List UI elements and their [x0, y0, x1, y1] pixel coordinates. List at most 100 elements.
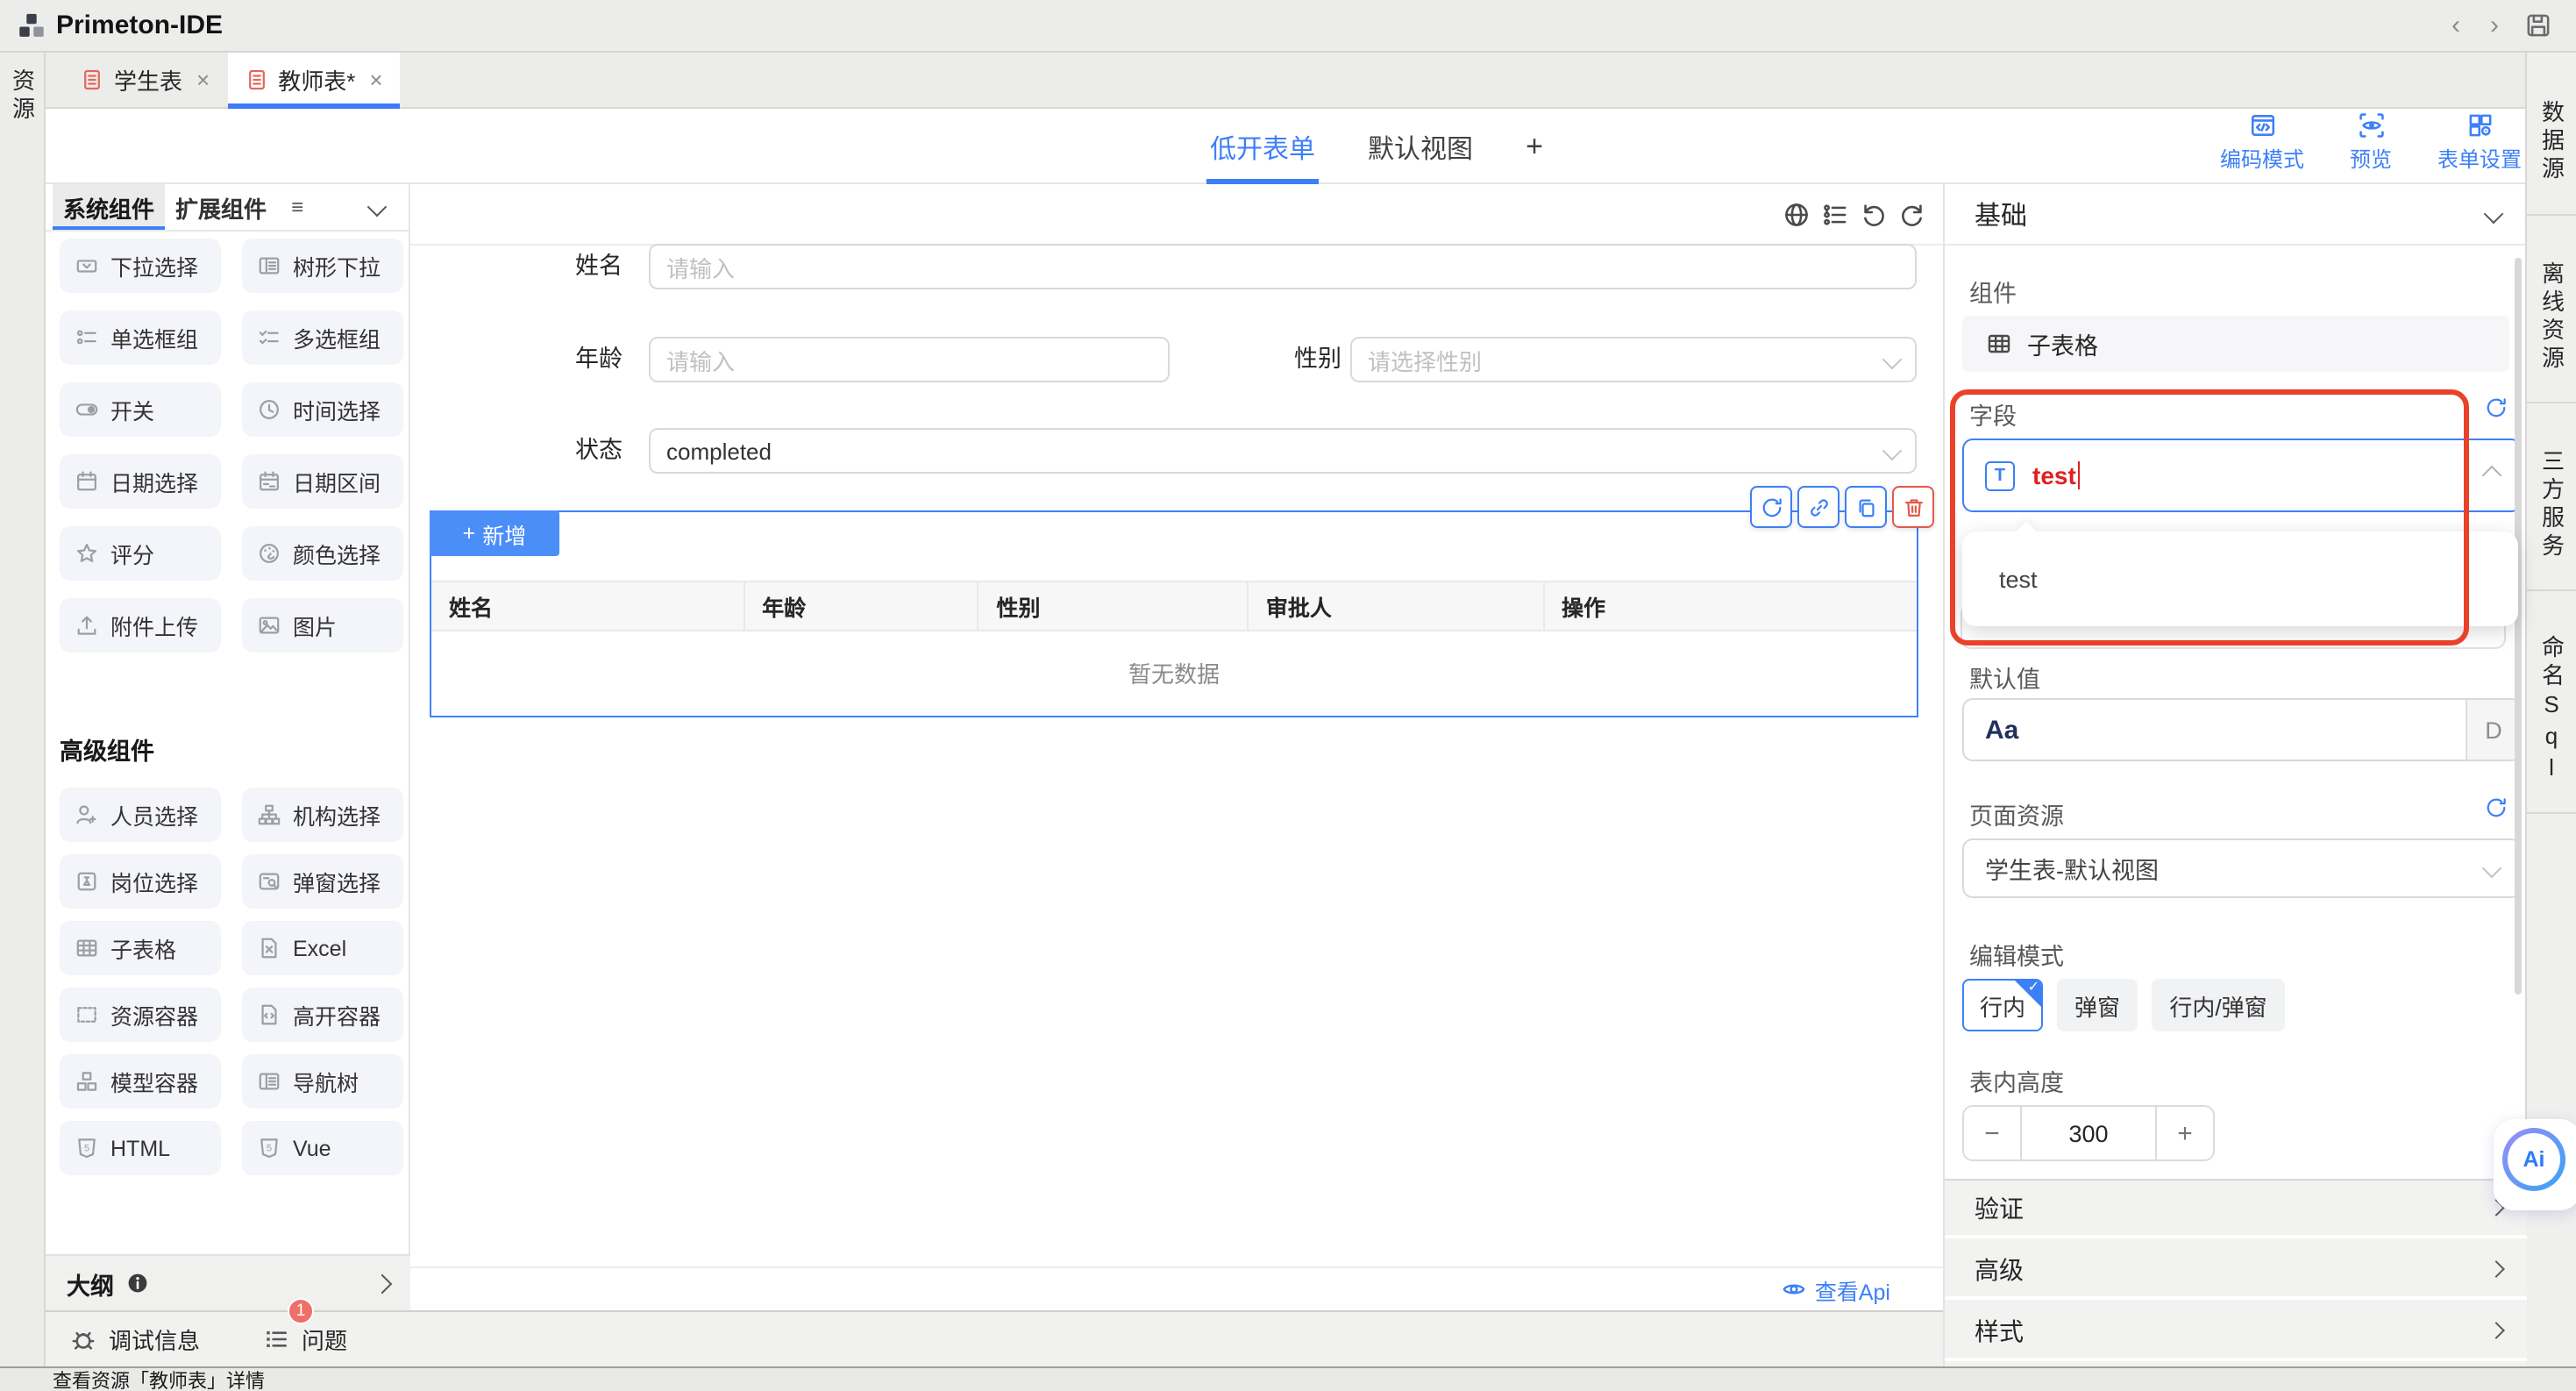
view-tab-1[interactable]: 默认视图 [1368, 111, 1473, 183]
height-increase-button[interactable]: + [2155, 1105, 2215, 1161]
palette-item-color[interactable]: 颜色选择 [242, 526, 403, 581]
problems-count-badge: 1 [288, 1298, 314, 1324]
view-tab-0[interactable]: 低开表单 [1210, 111, 1315, 183]
right-rail-item-1[interactable]: 离线资源 [2527, 216, 2576, 403]
add-row-button[interactable]: + 新增 [430, 510, 559, 556]
bug-icon [70, 1326, 96, 1352]
undo-icon[interactable] [1861, 201, 1887, 227]
problems-button[interactable]: 问题 [263, 1323, 347, 1356]
file-doc-icon [245, 68, 267, 91]
palette-item-org[interactable]: 机构选择 [242, 788, 403, 842]
palette-item-popup[interactable]: 弹窗选择 [242, 854, 403, 909]
outline-expand-icon[interactable] [373, 1273, 393, 1294]
palette-item-navtree[interactable]: 导航树 [242, 1054, 403, 1109]
palette-item-rate[interactable]: 评分 [60, 526, 221, 581]
palette-item-label: 模型容器 [110, 1065, 198, 1098]
debug-info-button[interactable]: 调试信息 [70, 1323, 200, 1356]
switch-icon [75, 398, 98, 421]
outline-label: 大纲 [67, 1266, 114, 1301]
top-action-code-mode[interactable]: 编码模式 [2213, 112, 2311, 174]
right-rail-item-2[interactable]: 三方服务 [2527, 403, 2576, 591]
status-text: 查看资源「教师表」详情 [53, 1366, 265, 1391]
accordion-2[interactable]: 样式 [1945, 1303, 2527, 1361]
tree-icon [258, 254, 281, 277]
file-tab-0[interactable]: 学生表× [63, 52, 227, 108]
right-rail-item-0[interactable]: 数据源 [2527, 53, 2576, 216]
gender-select[interactable]: 请选择性别 [1350, 337, 1917, 382]
palette-item-post[interactable]: 岗位选择 [60, 854, 221, 909]
palette-item-html[interactable]: 5HTML [60, 1121, 221, 1175]
nav-back-button[interactable]: ‹ [2441, 11, 2471, 40]
save-icon[interactable] [2525, 12, 2551, 39]
accordion-1[interactable]: 高级 [1945, 1242, 2527, 1300]
status-select[interactable]: completed [649, 428, 1917, 474]
default-value-input[interactable]: Aa D [1962, 698, 2522, 761]
palette-tab-system[interactable]: 系统组件 [53, 184, 165, 230]
file-tab-1[interactable]: 教师表*× [227, 52, 400, 108]
refresh-component-icon[interactable] [1750, 486, 1792, 528]
person-icon [75, 803, 98, 826]
height-decrease-button[interactable]: − [1962, 1105, 2022, 1161]
palette-item-checkbox[interactable]: 多选框组 [242, 310, 403, 365]
edit-mode-0[interactable]: 行内✓ [1962, 979, 2043, 1031]
edit-mode-2[interactable]: 行内/弹窗 [2152, 979, 2285, 1031]
palette-item-vue[interactable]: 5Vue [242, 1121, 403, 1175]
inspector-header[interactable]: 基础 [1945, 184, 2525, 246]
component-section-label: 组件 [1969, 274, 2017, 309]
field-input-value: test [2032, 461, 2076, 489]
palette-item-upload[interactable]: 附件上传 [60, 598, 221, 653]
redo-icon[interactable] [1899, 201, 1925, 227]
top-action-preview[interactable]: 预览 [2322, 112, 2420, 174]
palette-item-daterange[interactable]: 日期区间 [242, 454, 403, 509]
palette-item-person[interactable]: 人员选择 [60, 788, 221, 842]
i18n-globe-icon[interactable] [1783, 201, 1810, 227]
field-label-gender: 性别 [1233, 337, 1341, 382]
nav-forward-button[interactable]: › [2480, 11, 2509, 40]
view-api-link[interactable]: 查看Api [1815, 1273, 1890, 1306]
table-height-value[interactable]: 300 [2022, 1105, 2155, 1161]
palette-item-highcode[interactable]: 高开容器 [242, 988, 403, 1042]
edit-mode-1[interactable]: 弹窗 [2057, 979, 2138, 1031]
palette-item-resource[interactable]: 资源容器 [60, 988, 221, 1042]
inspector-scrollbar[interactable] [2515, 258, 2522, 995]
palette-item-image[interactable]: 图片 [242, 598, 403, 653]
palette-item-switch[interactable]: 开关 [60, 382, 221, 437]
field-refresh-icon[interactable] [2485, 396, 2508, 419]
outline-list-icon[interactable] [1822, 201, 1848, 227]
palette-item-select[interactable]: 下拉选择 [60, 239, 221, 293]
default-value-type-button[interactable]: D [2466, 700, 2520, 760]
palette-item-tree[interactable]: 树形下拉 [242, 239, 403, 293]
palette-menu-icon[interactable]: ≡ [291, 195, 303, 219]
subtable-component[interactable]: + 新增 姓名年龄性别审批人操作 暂无数据 [430, 510, 1918, 717]
add-view-button[interactable]: + [1526, 130, 1543, 165]
field-select-input[interactable]: T test [1962, 439, 2522, 512]
outline-row[interactable]: 大纲 [46, 1254, 410, 1310]
left-rail-item-resources[interactable]: 资源 [5, 68, 39, 125]
copy-component-icon[interactable] [1845, 486, 1887, 528]
palette-item-radio[interactable]: 单选框组 [60, 310, 221, 365]
ai-assistant-button[interactable]: Ai [2502, 1128, 2565, 1191]
page-resource-select[interactable]: 学生表-默认视图 [1962, 838, 2522, 898]
right-rail-item-3[interactable]: 命名Sql [2527, 591, 2576, 814]
close-icon[interactable]: × [369, 67, 382, 93]
palette-item-excel[interactable]: Excel [242, 921, 403, 975]
selected-component-chip[interactable]: 子表格 [1962, 316, 2509, 372]
delete-component-icon[interactable] [1892, 486, 1934, 528]
palette-item-date[interactable]: 日期选择 [60, 454, 221, 509]
subtable-empty-text: 暂无数据 [431, 628, 1917, 716]
name-input[interactable]: 请输入 [649, 244, 1917, 289]
age-input[interactable]: 请输入 [649, 337, 1170, 382]
eye-icon [1782, 1277, 1806, 1302]
edit-mode-label: 弹窗 [2074, 988, 2120, 1022]
accordion-0[interactable]: 验证 [1945, 1181, 2527, 1238]
palette-tab-extension[interactable]: 扩展组件 [165, 184, 277, 230]
link-component-icon[interactable] [1797, 486, 1839, 528]
dropdown-option-0[interactable]: test [1962, 531, 2518, 626]
top-action-form-settings[interactable]: 表单设置 [2430, 112, 2529, 174]
palette-item-model[interactable]: 模型容器 [60, 1054, 221, 1109]
palette-item-time[interactable]: 时间选择 [242, 382, 403, 437]
page-resource-refresh-icon[interactable] [2485, 796, 2508, 819]
close-icon[interactable]: × [196, 67, 210, 93]
palette-item-subtable[interactable]: 子表格 [60, 921, 221, 975]
palette-collapse-icon[interactable] [367, 197, 388, 218]
